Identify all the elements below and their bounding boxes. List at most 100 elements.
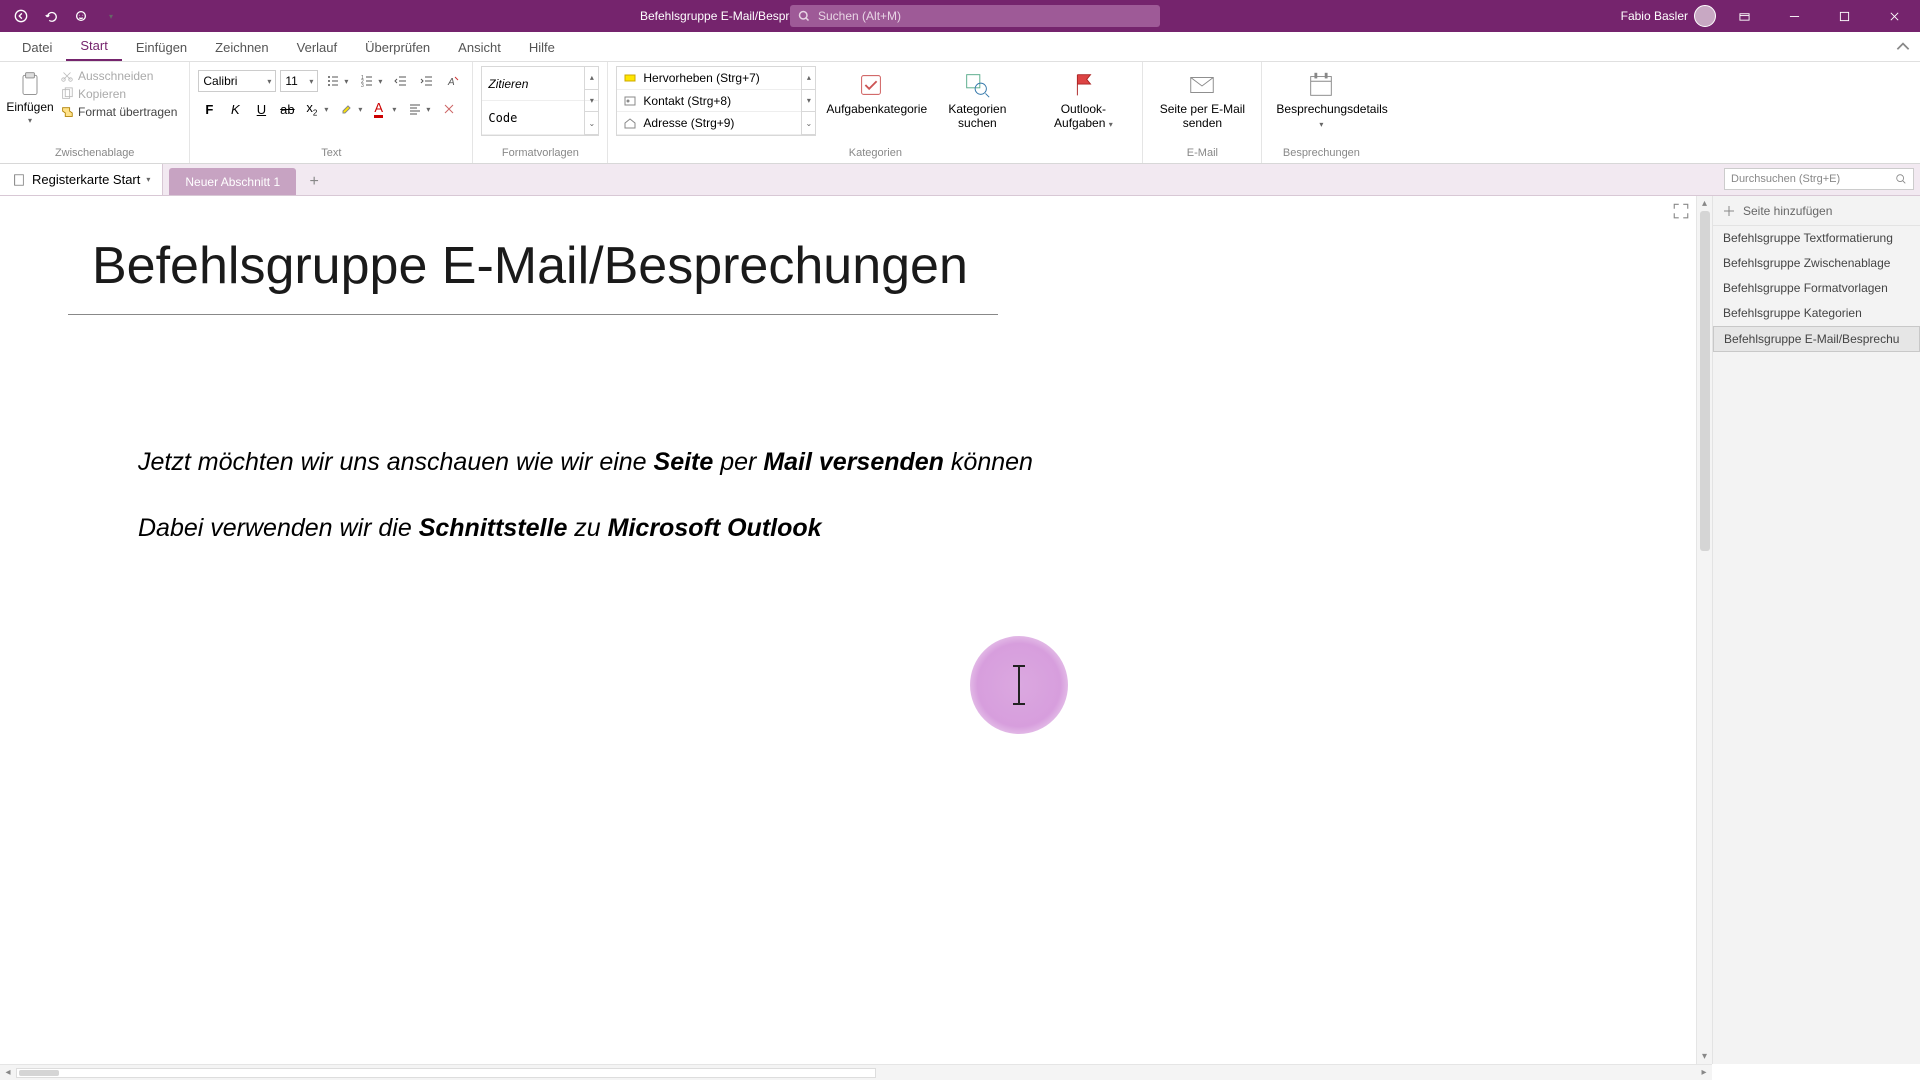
- add-page-label: Seite hinzufügen: [1743, 204, 1832, 218]
- tab-datei[interactable]: Datei: [8, 34, 66, 61]
- tab-start[interactable]: Start: [66, 32, 121, 61]
- flag-icon: [1068, 70, 1098, 100]
- style-item-code[interactable]: Code: [482, 101, 598, 135]
- subscript-button[interactable]: x2▾: [302, 98, 332, 120]
- tags-gallery[interactable]: Hervorheben (Strg+7) Kontakt (Strg+8) Ad…: [616, 66, 816, 136]
- font-name-select[interactable]: Calibri▾: [198, 70, 276, 92]
- outdent-button[interactable]: [390, 70, 412, 92]
- account-button[interactable]: Fabio Basler: [1621, 5, 1716, 27]
- underline-button[interactable]: U: [250, 98, 272, 120]
- tag-kontakt[interactable]: Kontakt (Strg+8): [617, 90, 801, 113]
- format-painter-button[interactable]: Format übertragen: [56, 104, 181, 120]
- group-meetings: Besprechungsdetails▾ Besprechungen: [1262, 62, 1380, 163]
- tag-adresse[interactable]: Adresse (Strg+9): [617, 112, 801, 135]
- bold-button[interactable]: F: [198, 98, 220, 120]
- close-button[interactable]: [1872, 0, 1916, 32]
- notebook-select[interactable]: Registerkarte Start ▾: [0, 164, 163, 195]
- scroll-thumb[interactable]: [1700, 211, 1710, 551]
- meeting-details-button[interactable]: Besprechungsdetails▾: [1270, 66, 1372, 131]
- copy-button[interactable]: Kopieren: [56, 86, 181, 102]
- touch-mode-button[interactable]: [70, 5, 92, 27]
- styles-gallery[interactable]: Zitieren Code ▴▾⌄: [481, 66, 599, 136]
- section-tab[interactable]: Neuer Abschnitt 1: [169, 168, 296, 195]
- meeting-details-label: Besprechungsdetails: [1276, 102, 1387, 116]
- page-search-box[interactable]: Durchsuchen (Strg+E): [1724, 168, 1914, 190]
- scroll-left-icon[interactable]: ◂: [0, 1067, 16, 1078]
- tab-hilfe[interactable]: Hilfe: [515, 34, 569, 61]
- paste-label: Einfügen: [6, 100, 53, 114]
- tag-kontakt-label: Kontakt (Strg+8): [643, 94, 731, 108]
- delete-button[interactable]: [438, 98, 460, 120]
- tab-einfuegen[interactable]: Einfügen: [122, 34, 201, 61]
- undo-button[interactable]: [40, 5, 62, 27]
- scroll-up-icon[interactable]: ▴: [1702, 198, 1707, 209]
- copy-icon: [60, 87, 74, 101]
- search-icon: [798, 10, 810, 22]
- group-clipboard: Einfügen ▾ Ausschneiden Kopieren Format …: [0, 62, 190, 163]
- font-size-select[interactable]: 11▾: [280, 70, 318, 92]
- outlook-tasks-label: Outlook-Aufgaben: [1054, 102, 1106, 130]
- page-canvas[interactable]: Befehlsgruppe E-Mail/Besprechungen Jetzt…: [0, 196, 1712, 1064]
- text-cursor-icon: [1018, 665, 1020, 705]
- scroll-right-icon[interactable]: ▸: [1696, 1067, 1712, 1078]
- cut-button[interactable]: Ausschneiden: [56, 68, 181, 84]
- plus-icon: [1723, 205, 1735, 217]
- body-line-1[interactable]: Jetzt möchten wir uns anschauen wie wir …: [138, 446, 1033, 477]
- clear-formatting-button[interactable]: A: [442, 70, 464, 92]
- page-item-2[interactable]: Befehlsgruppe Formatvorlagen: [1713, 276, 1920, 301]
- bullets-button[interactable]: ▾: [322, 70, 352, 92]
- todo-tag-button[interactable]: Aufgabenkategorie: [820, 66, 922, 116]
- fullscreen-button[interactable]: [1672, 202, 1690, 220]
- tab-pruefen[interactable]: Überprüfen: [351, 34, 444, 61]
- qat-more-button[interactable]: ▾: [100, 5, 122, 27]
- ribbon-display-button[interactable]: [1722, 0, 1766, 32]
- body-line-2[interactable]: Dabei verwenden wir die Schnittstelle zu…: [138, 512, 822, 543]
- numbering-icon: 123: [360, 74, 374, 88]
- font-color-button[interactable]: A▾: [370, 98, 400, 120]
- tab-verlauf[interactable]: Verlauf: [283, 34, 351, 61]
- scroll-thumb[interactable]: [19, 1070, 59, 1076]
- numbering-button[interactable]: 123▾: [356, 70, 386, 92]
- find-tags-button[interactable]: Kategorien suchen: [926, 66, 1028, 131]
- horizontal-scrollbar[interactable]: ◂ ▸: [0, 1064, 1712, 1080]
- outdent-icon: [394, 74, 408, 88]
- page-item-3[interactable]: Befehlsgruppe Kategorien: [1713, 301, 1920, 326]
- tags-scroll[interactable]: ▴▾⌄: [801, 67, 815, 135]
- highlight-button[interactable]: ▾: [336, 98, 366, 120]
- tag-hervorheben[interactable]: Hervorheben (Strg+7): [617, 67, 801, 90]
- text-span-bold: Microsoft Outlook: [608, 514, 822, 542]
- tab-zeichnen[interactable]: Zeichnen: [201, 34, 282, 61]
- search-box[interactable]: Suchen (Alt+M): [790, 5, 1160, 27]
- add-page-button[interactable]: Seite hinzufügen: [1713, 196, 1920, 226]
- align-button[interactable]: ▾: [404, 98, 434, 120]
- scroll-track[interactable]: [16, 1068, 876, 1078]
- page-item-4[interactable]: Befehlsgruppe E-Mail/Besprechu: [1713, 326, 1920, 352]
- page-item-0[interactable]: Befehlsgruppe Textformatierung: [1713, 226, 1920, 251]
- add-section-button[interactable]: +: [300, 168, 328, 195]
- indent-button[interactable]: [416, 70, 438, 92]
- text-span-bold: Schnittstelle: [419, 514, 568, 542]
- titlebar: ▾ Befehlsgruppe E-Mail/Besprechungen - O…: [0, 0, 1920, 32]
- style-item-zitieren[interactable]: Zitieren: [482, 67, 598, 101]
- italic-button[interactable]: K: [224, 98, 246, 120]
- strike-button[interactable]: ab: [276, 98, 298, 120]
- tab-ansicht[interactable]: Ansicht: [444, 34, 515, 61]
- outlook-tasks-button[interactable]: Outlook-Aufgaben ▾: [1032, 66, 1134, 131]
- tag-adresse-label: Adresse (Strg+9): [643, 116, 734, 130]
- page-item-1[interactable]: Befehlsgruppe Zwischenablage: [1713, 251, 1920, 276]
- text-span: per: [713, 448, 763, 476]
- home-icon: [623, 116, 637, 130]
- paste-button[interactable]: Einfügen ▾: [8, 66, 52, 125]
- scroll-down-icon[interactable]: ▾: [1702, 1051, 1707, 1062]
- maximize-button[interactable]: [1822, 0, 1866, 32]
- styles-scroll[interactable]: ▴▾⌄: [584, 67, 598, 135]
- collapse-ribbon-button[interactable]: [1894, 38, 1912, 56]
- minimize-button[interactable]: [1772, 0, 1816, 32]
- group-meetings-label: Besprechungen: [1270, 147, 1372, 161]
- email-page-button[interactable]: Seite per E-Mail senden: [1151, 66, 1253, 131]
- back-button[interactable]: [10, 5, 32, 27]
- page-title[interactable]: Befehlsgruppe E-Mail/Besprechungen: [92, 236, 968, 296]
- copy-label: Kopieren: [78, 87, 126, 101]
- vertical-scrollbar[interactable]: ▴ ▾: [1696, 196, 1712, 1064]
- group-tags-label: Kategorien: [616, 147, 1134, 161]
